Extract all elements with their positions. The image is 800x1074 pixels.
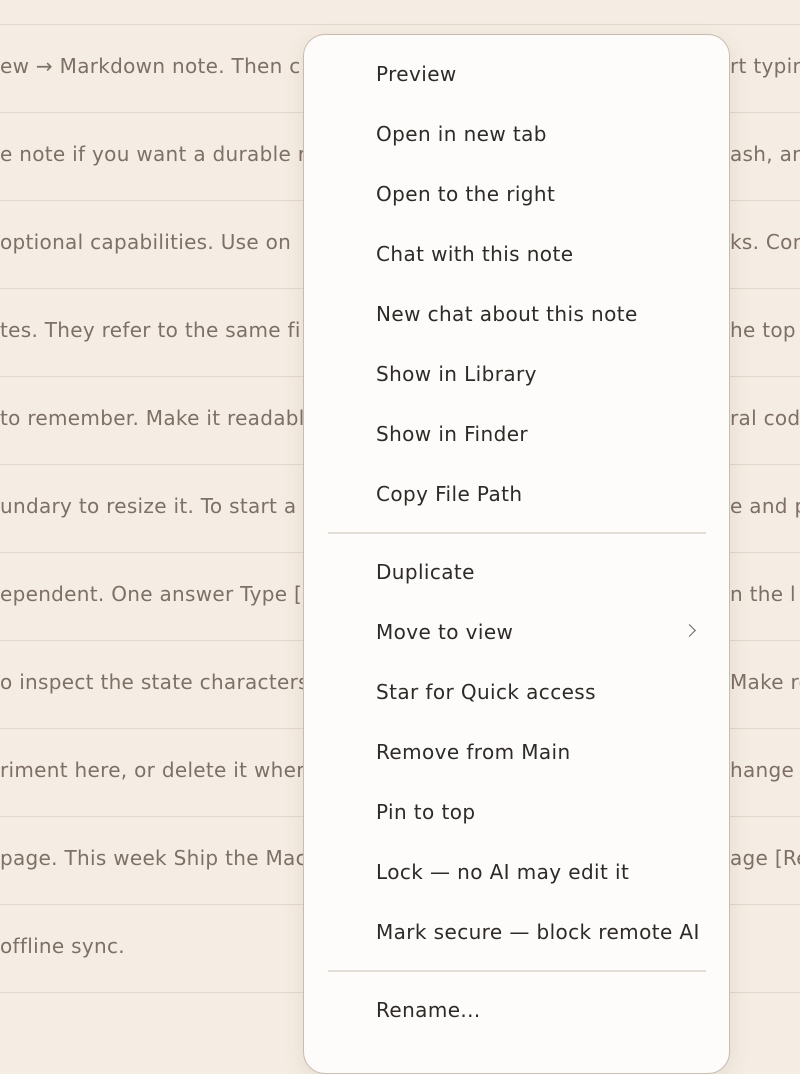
menu-item-lock-no-ai-edit[interactable]: Lock — no AI may edit it — [304, 847, 728, 899]
list-item-text: riment here, or delete it when — [0, 758, 304, 782]
list-item-text: Make ro — [730, 670, 800, 694]
list-item-text: undary to resize it. To start a — [0, 494, 297, 518]
menu-item-label: Star for Quick access — [376, 680, 596, 704]
menu-item-chat-with-note[interactable]: Chat with this note — [304, 229, 728, 281]
menu-item-label: Mark secure — block remote AI — [376, 920, 700, 944]
menu-item-move-to-view[interactable]: Move to view — [304, 607, 728, 659]
menu-item-label: Duplicate — [376, 560, 475, 584]
list-item-text: n the l — [730, 582, 796, 606]
list-item-text: rt typing — [730, 54, 800, 78]
list-item-text: hange t — [730, 758, 800, 782]
menu-item-preview[interactable]: Preview — [304, 49, 728, 101]
menu-item-show-in-finder[interactable]: Show in Finder — [304, 409, 728, 461]
menu-item-copy-file-path[interactable]: Copy File Path — [304, 469, 728, 521]
list-item-text: e and p — [730, 494, 800, 518]
list-item-text: offline sync. — [0, 934, 125, 958]
list-item-text: o inspect the state characters — [0, 670, 304, 694]
list-item-text: optional capabilities. Use on — [0, 230, 292, 254]
menu-item-label: Rename... — [376, 998, 481, 1022]
menu-item-label: Chat with this note — [376, 242, 574, 266]
list-item-text: he top — [730, 318, 796, 342]
menu-separator — [328, 532, 706, 534]
menu-item-label: Remove from Main — [376, 740, 571, 764]
menu-item-label: Show in Library — [376, 362, 537, 386]
menu-item-label: New chat about this note — [376, 302, 638, 326]
menu-item-label: Open to the right — [376, 182, 556, 206]
list-item-text: ash, an — [730, 142, 800, 166]
context-menu: Preview Open in new tab Open to the righ… — [303, 34, 730, 1074]
menu-item-label: Show in Finder — [376, 422, 529, 446]
list-item-text: ks. Con — [730, 230, 800, 254]
list-item-text: tes. They refer to the same fi — [0, 318, 301, 342]
chevron-right-icon — [683, 624, 696, 637]
menu-item-open-in-new-tab[interactable]: Open in new tab — [304, 109, 728, 161]
menu-item-star-for-quick-access[interactable]: Star for Quick access — [304, 667, 728, 719]
menu-item-remove-from-main[interactable]: Remove from Main — [304, 727, 728, 779]
list-item-text: ependent. One answer Type [# — [0, 582, 304, 606]
list-item-text — [730, 933, 800, 959]
menu-item-open-to-the-right[interactable]: Open to the right — [304, 169, 728, 221]
menu-item-label: Move to view — [376, 620, 514, 644]
list-item-text: ral cod — [730, 406, 800, 430]
menu-item-rename[interactable]: Rename... — [304, 985, 728, 1037]
menu-item-new-chat-about-note[interactable]: New chat about this note — [304, 289, 728, 341]
list-item-text: to remember. Make it readabl — [0, 406, 304, 430]
menu-item-label: Lock — no AI may edit it — [376, 860, 630, 884]
menu-item-label: Pin to top — [376, 800, 476, 824]
list-item-text: ew → Markdown note. Then c — [0, 54, 301, 78]
menu-item-show-in-library[interactable]: Show in Library — [304, 349, 728, 401]
menu-item-mark-secure[interactable]: Mark secure — block remote AI — [304, 907, 728, 959]
menu-item-label: Preview — [376, 62, 457, 86]
menu-separator — [328, 970, 706, 972]
menu-item-label: Copy File Path — [376, 482, 523, 506]
menu-item-duplicate[interactable]: Duplicate — [304, 547, 728, 599]
list-item-text: e note if you want a durable r — [0, 142, 304, 166]
menu-item-label: Open in new tab — [376, 122, 547, 146]
list-item-text: age [Re — [730, 846, 800, 870]
menu-item-pin-to-top[interactable]: Pin to top — [304, 787, 728, 839]
list-item-text: page. This week Ship the Mac — [0, 846, 304, 870]
